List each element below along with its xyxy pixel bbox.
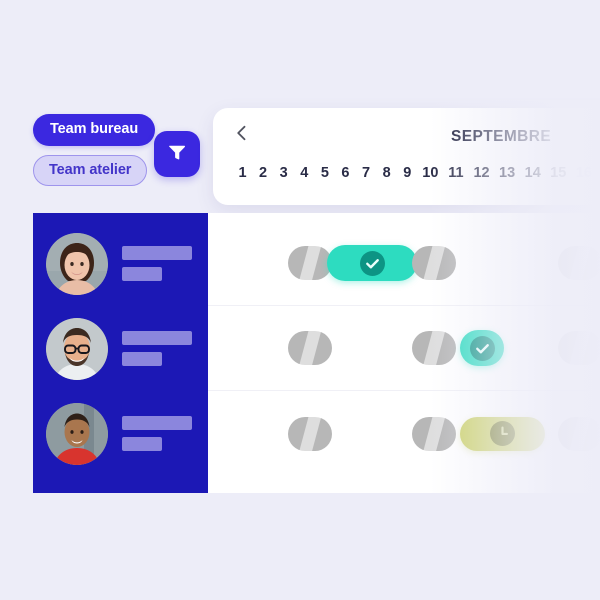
- shift-pill-ghost[interactable]: [288, 246, 332, 280]
- roster-name-skeleton: [122, 416, 192, 451]
- calendar-day-10[interactable]: 10: [419, 165, 441, 181]
- shift-pill-olive[interactable]: [460, 416, 545, 451]
- schedule-row: [208, 391, 600, 476]
- schedule-row: [208, 306, 600, 391]
- skeleton-bar-secondary: [122, 437, 162, 451]
- calendar-month-label: SEPTEMBRE: [451, 128, 552, 145]
- chevron-left-icon: [232, 123, 252, 148]
- avatar-man-glasses-beard: [46, 317, 108, 380]
- filter-button[interactable]: [154, 131, 200, 177]
- shift-pill-ghost[interactable]: [288, 416, 332, 451]
- team-chip-bureau[interactable]: Team bureau: [33, 114, 156, 146]
- skeleton-bar-primary: [122, 331, 192, 345]
- roster-row[interactable]: [33, 221, 208, 306]
- shift-pill-teal[interactable]: [327, 245, 417, 281]
- calendar-day-12[interactable]: 12: [471, 165, 493, 181]
- calendar-day-7[interactable]: 7: [358, 165, 375, 181]
- roster-name-skeleton: [122, 246, 192, 281]
- team-filter-chips: Team bureau Team atelier: [33, 114, 156, 186]
- roster-name-skeleton: [122, 331, 192, 366]
- shift-pill-ghost[interactable]: [412, 416, 456, 451]
- shift-pill-ghost[interactable]: [558, 416, 600, 451]
- shift-pill-ghost[interactable]: [412, 246, 456, 280]
- calendar-day-strip[interactable]: 1234567891011121314151617: [234, 165, 600, 181]
- shift-pill-teal[interactable]: [460, 330, 504, 366]
- calendar-day-15[interactable]: 15: [547, 165, 569, 181]
- calendar-day-5[interactable]: 5: [316, 165, 333, 181]
- shift-pill-ghost[interactable]: [558, 246, 600, 280]
- planning-widget: Team bureau Team atelier SEPTEMBRE 12345…: [0, 0, 600, 600]
- shift-pill-ghost[interactable]: [412, 331, 456, 365]
- calendar-day-1[interactable]: 1: [234, 165, 251, 181]
- schedule-row: [208, 221, 600, 306]
- calendar-day-13[interactable]: 13: [496, 165, 518, 181]
- calendar-day-11[interactable]: 11: [445, 165, 467, 181]
- filter-funnel-icon: [166, 141, 188, 168]
- calendar-back-button[interactable]: [227, 120, 257, 150]
- skeleton-bar-secondary: [122, 267, 162, 281]
- roster-row[interactable]: [33, 391, 208, 476]
- calendar-header-card: SEPTEMBRE 1234567891011121314151617: [213, 108, 600, 205]
- roster-sidebar: [33, 213, 208, 493]
- check-circle-icon: [469, 335, 495, 361]
- calendar-day-8[interactable]: 8: [378, 165, 395, 181]
- avatar-man-red-shirt: [46, 402, 108, 465]
- skeleton-bar-primary: [122, 416, 192, 430]
- roster-row[interactable]: [33, 306, 208, 391]
- clock-icon: [490, 421, 515, 446]
- calendar-day-16[interactable]: 16: [573, 165, 595, 181]
- skeleton-bar-primary: [122, 246, 192, 260]
- calendar-day-14[interactable]: 14: [522, 165, 544, 181]
- calendar-day-9[interactable]: 9: [399, 165, 416, 181]
- calendar-top-bar: SEPTEMBRE: [213, 108, 600, 162]
- calendar-day-4[interactable]: 4: [296, 165, 313, 181]
- avatar-woman-dark-hair: [46, 232, 108, 295]
- calendar-day-3[interactable]: 3: [275, 165, 292, 181]
- shift-pill-ghost[interactable]: [288, 331, 332, 365]
- skeleton-bar-secondary: [122, 352, 162, 366]
- calendar-day-6[interactable]: 6: [337, 165, 354, 181]
- shift-pill-ghost[interactable]: [558, 331, 600, 365]
- schedule-panel: [33, 213, 600, 493]
- calendar-day-2[interactable]: 2: [255, 165, 272, 181]
- check-circle-icon: [359, 250, 385, 276]
- team-chip-atelier[interactable]: Team atelier: [33, 154, 148, 186]
- schedule-grid: [208, 213, 600, 493]
